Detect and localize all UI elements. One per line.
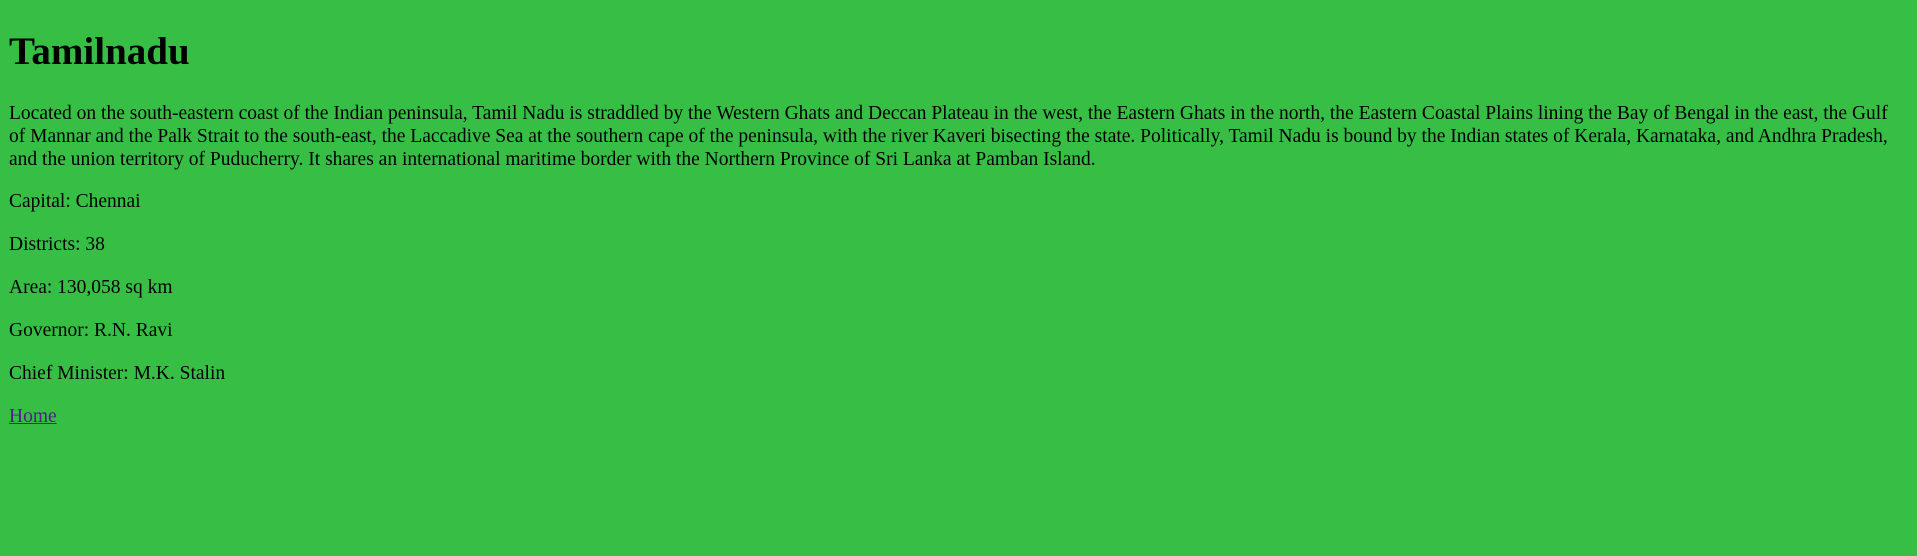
capital-text: Capital: Chennai: [9, 191, 141, 213]
page-content: Tamilnadu Located on the south-eastern c…: [0, 0, 1917, 428]
chief-minister-text: Chief Minister: M.K. Stalin: [9, 362, 226, 384]
home-link-container: Home: [9, 406, 1908, 429]
governor-text: Governor: R.N. Ravi: [9, 319, 173, 341]
state-description: Located on the south-eastern coast of th…: [9, 103, 1888, 170]
page-title: Tamilnadu: [9, 30, 190, 73]
districts-text: Districts: 38: [9, 234, 105, 256]
home-link[interactable]: Home: [9, 406, 57, 427]
area-text: Area: 130,058 sq km: [9, 277, 173, 299]
